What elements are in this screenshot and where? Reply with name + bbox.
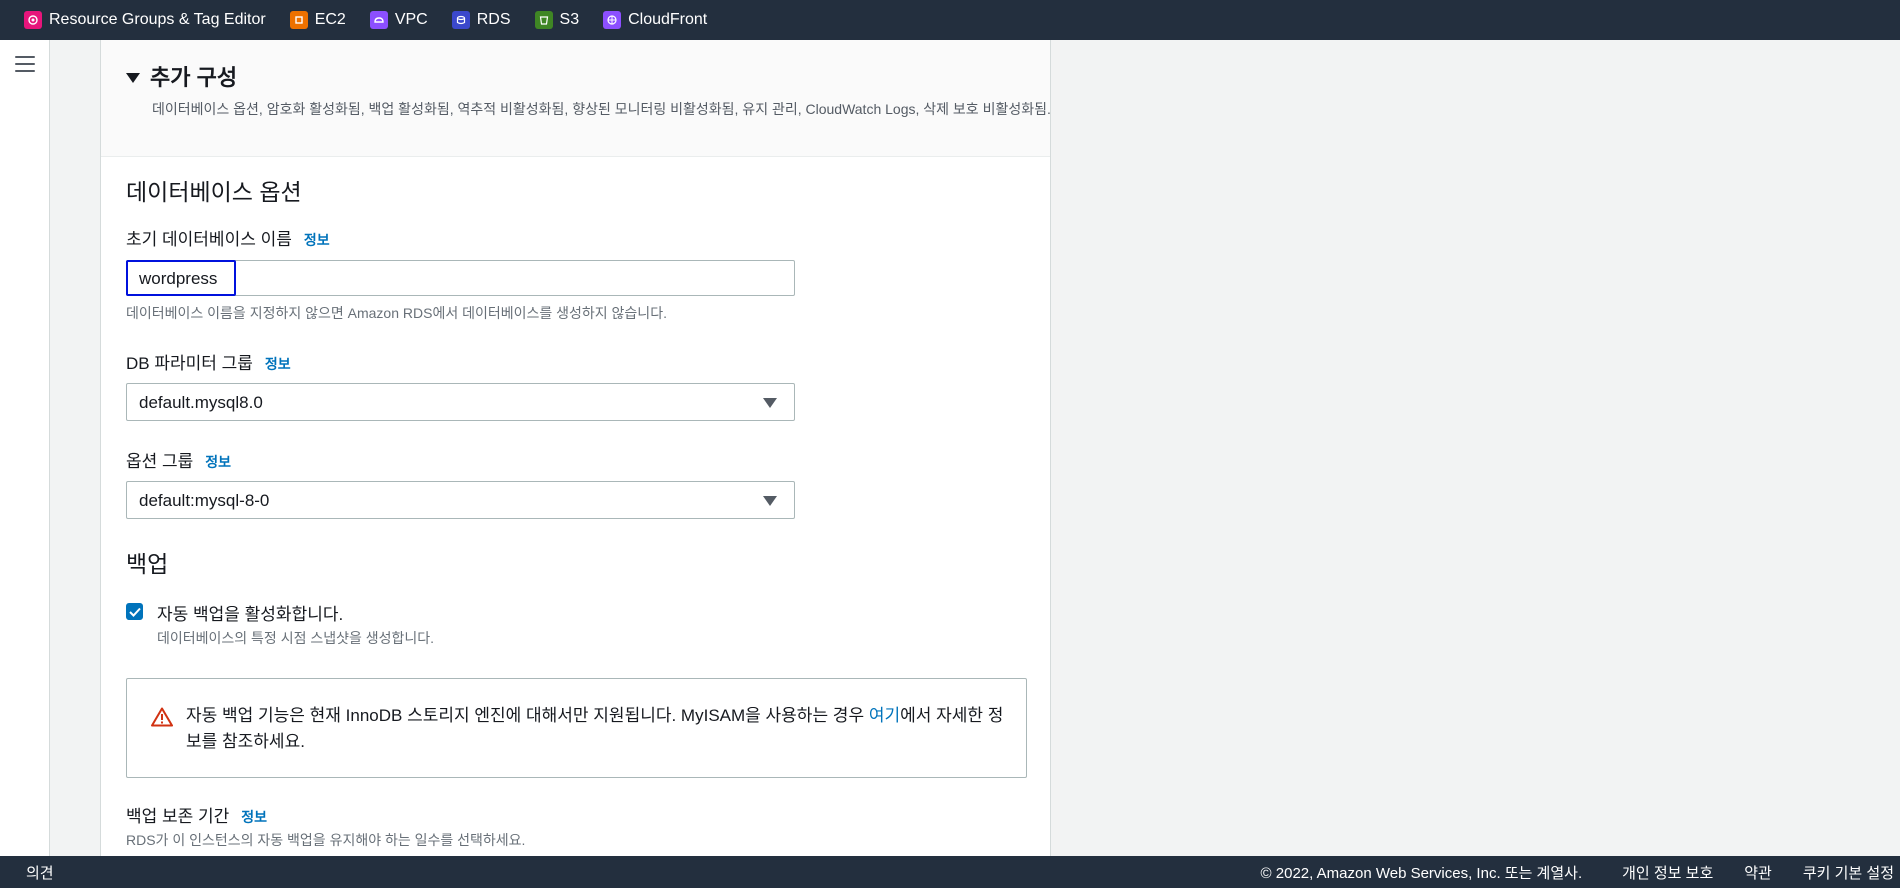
- param-group-label-row: DB 파라미터 그룹 정보: [126, 349, 1025, 374]
- initial-db-name-label-row: 초기 데이터베이스 이름 정보: [126, 225, 1025, 250]
- caret-down-icon: [126, 72, 140, 83]
- footer: 의견 © 2022, Amazon Web Services, Inc. 또는 …: [0, 856, 1900, 888]
- initial-db-name-input[interactable]: wordpress: [126, 260, 795, 296]
- dropdown-arrow-icon: [763, 398, 777, 408]
- panel-body: 데이터베이스 옵션 초기 데이터베이스 이름 정보 wordpress 데이터베…: [101, 173, 1050, 856]
- favorite-label: VPC: [394, 11, 428, 28]
- privacy-link[interactable]: 개인 정보 보호: [1622, 862, 1713, 883]
- favorite-label: CloudFront: [628, 11, 708, 28]
- favorite-label: RDS: [476, 11, 511, 28]
- section-description: 데이터베이스 옵션, 암호화 활성화됨, 백업 활성화됨, 역추적 비활성화됨,…: [152, 101, 1051, 117]
- param-group-info-link[interactable]: 정보: [265, 354, 291, 374]
- initial-db-name-info-link[interactable]: 정보: [304, 230, 330, 250]
- favorite-label: EC2: [314, 11, 346, 28]
- option-group-select[interactable]: default:mysql-8-0: [126, 481, 795, 519]
- side-navigation-rail: [0, 40, 50, 856]
- menu-icon[interactable]: [15, 56, 35, 74]
- favorite-ec2[interactable]: EC2: [289, 11, 346, 29]
- favorite-vpc[interactable]: VPC: [369, 11, 428, 29]
- footer-links: © 2022, Amazon Web Services, Inc. 또는 계열사…: [1261, 862, 1900, 883]
- favorite-resource-groups[interactable]: Resource Groups & Tag Editor: [24, 11, 266, 29]
- rds-icon: [451, 11, 470, 29]
- feedback-link[interactable]: 의견: [26, 862, 54, 883]
- param-group-select[interactable]: default.mysql8.0: [126, 383, 795, 421]
- warning-here-link[interactable]: 여기: [869, 706, 900, 725]
- cloudfront-icon: [603, 11, 622, 29]
- warning-alert: 자동 백업 기능은 현재 InnoDB 스토리지 엔진에 대해서만 지원됩니다.…: [126, 678, 1027, 778]
- option-group-value: default:mysql-8-0: [139, 491, 270, 510]
- auto-backup-checkbox[interactable]: [126, 603, 143, 620]
- initial-db-name-label: 초기 데이터베이스 이름: [126, 230, 292, 249]
- favorite-cloudfront[interactable]: CloudFront: [603, 11, 707, 29]
- panel-header: 추가 구성 데이터베이스 옵션, 암호화 활성화됨, 백업 활성화됨, 역추적 …: [101, 40, 1050, 157]
- param-group-label: DB 파라미터 그룹: [126, 354, 253, 373]
- retention-hint: RDS가 이 인스턴스의 자동 백업을 유지해야 하는 일수를 선택하세요.: [126, 832, 526, 848]
- option-group-info-link[interactable]: 정보: [205, 452, 231, 472]
- additional-configuration-panel: 추가 구성 데이터베이스 옵션, 암호화 활성화됨, 백업 활성화됨, 역추적 …: [100, 40, 1051, 856]
- favorite-label: S3: [559, 11, 580, 28]
- section-title: 추가 구성: [150, 65, 238, 90]
- vpc-icon: [369, 11, 388, 29]
- favorite-rds[interactable]: RDS: [451, 11, 511, 29]
- param-group-value: default.mysql8.0: [139, 393, 263, 412]
- retention-label: 백업 보존 기간: [126, 807, 230, 826]
- copyright-text: © 2022, Amazon Web Services, Inc. 또는 계열사…: [1260, 864, 1583, 882]
- resource-groups-icon: [24, 11, 42, 29]
- favorite-label: Resource Groups & Tag Editor: [49, 11, 266, 28]
- warning-icon: [151, 707, 173, 727]
- auto-backup-text: 자동 백업을 활성화합니다. 데이터베이스의 특정 시점 스냅샷을 생성합니다.: [157, 600, 434, 648]
- s3-icon: [534, 11, 553, 29]
- option-group-label: 옵션 그룹: [126, 452, 194, 471]
- initial-db-name-hint: 데이터베이스 이름을 지정하지 않으면 Amazon RDS에서 데이터베이스를…: [126, 305, 667, 321]
- dropdown-arrow-icon: [763, 496, 777, 506]
- auto-backup-description: 데이터베이스의 특정 시점 스냅샷을 생성합니다.: [157, 630, 435, 646]
- checkmark-icon: [128, 607, 141, 617]
- cookie-preferences-link[interactable]: 쿠키 기본 설정: [1803, 862, 1894, 883]
- auto-backup-row: 자동 백업을 활성화합니다. 데이터베이스의 특정 시점 스냅샷을 생성합니다.: [126, 600, 1025, 648]
- retention-label-row: 백업 보존 기간 정보: [126, 802, 1025, 827]
- terms-link[interactable]: 약관: [1744, 862, 1772, 883]
- auto-backup-label: 자동 백업을 활성화합니다.: [157, 605, 344, 624]
- additional-configuration-toggle[interactable]: 추가 구성: [126, 60, 1050, 92]
- warning-text-before: 자동 백업 기능은 현재 InnoDB 스토리지 엔진에 대해서만 지원됩니다.…: [186, 706, 869, 725]
- backup-heading: 백업: [126, 551, 169, 577]
- option-group-label-row: 옵션 그룹 정보: [126, 447, 1025, 472]
- focus-highlight: [126, 260, 236, 296]
- favorite-s3[interactable]: S3: [534, 11, 580, 29]
- retention-info-link[interactable]: 정보: [241, 807, 267, 827]
- top-navigation: Resource Groups & Tag Editor EC2 VPC RDS…: [0, 0, 1900, 40]
- database-options-heading: 데이터베이스 옵션: [126, 179, 302, 205]
- ec2-icon: [289, 11, 308, 29]
- warning-text: 자동 백업 기능은 현재 InnoDB 스토리지 엔진에 대해서만 지원됩니다.…: [186, 703, 1011, 755]
